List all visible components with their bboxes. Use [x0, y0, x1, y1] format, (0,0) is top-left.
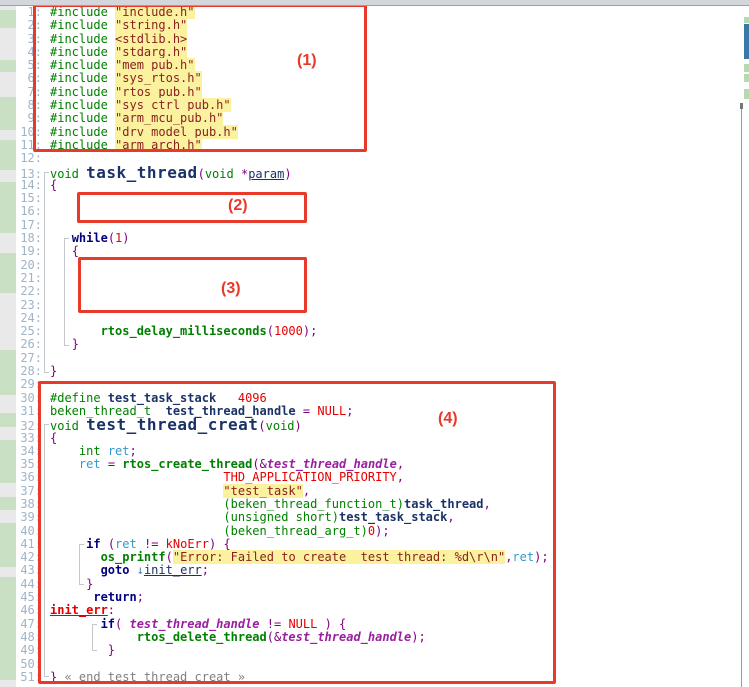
line-number: 35:	[0, 458, 42, 471]
code-line-25[interactable]: 25: rtos_delay_milliseconds(1000);	[0, 325, 749, 338]
line-number: 12:	[0, 152, 42, 165]
line-number: 30:	[0, 392, 42, 405]
annotation-label: (1)	[297, 52, 317, 70]
ruler-track-line	[741, 103, 742, 687]
line-number: 17:	[0, 219, 42, 232]
code-text: {	[50, 178, 57, 192]
ruler-change-mark	[744, 89, 749, 99]
annotation-label: (2)	[228, 197, 248, 215]
line-number: 31:	[0, 405, 42, 418]
line-number: 38:	[0, 498, 42, 511]
annotation-box-3	[78, 257, 307, 313]
line-number: 24:	[0, 312, 42, 325]
line-number: 25:	[0, 325, 42, 338]
line-number: 33:	[0, 432, 42, 445]
line-number: 41:	[0, 538, 42, 551]
annotation-label: (3)	[221, 280, 241, 298]
code-editor-window: 1:#include "include.h"2:#include "string…	[0, 0, 749, 687]
code-text: {	[50, 244, 79, 258]
line-number: 44:	[0, 578, 42, 591]
window-top-edge-bar	[0, 0, 749, 6]
annotation-box-4	[38, 381, 556, 684]
ruler-change-mark	[744, 17, 749, 23]
line-number: 20:	[0, 259, 42, 272]
code-text: rtos_delay_milliseconds(1000);	[50, 324, 317, 338]
line-number: 39:	[0, 511, 42, 524]
line-number: 40:	[0, 525, 42, 538]
line-number: 48:	[0, 631, 42, 644]
line-number: 27:	[0, 352, 42, 365]
line-number: 15:	[0, 192, 42, 205]
line-number: 43:	[0, 564, 42, 577]
line-number: 46:	[0, 604, 42, 617]
code-line-27[interactable]: 27:	[0, 352, 749, 365]
code-text: }	[50, 337, 79, 351]
line-number: 42:	[0, 551, 42, 564]
line-number: 47:	[0, 618, 42, 631]
line-number: 22:	[0, 285, 42, 298]
ruler-change-mark	[744, 64, 749, 72]
code-line-26[interactable]: 26: }	[0, 338, 749, 351]
line-number: 45:	[0, 591, 42, 604]
line-number: 50:	[0, 658, 42, 671]
line-number: 29:	[0, 378, 42, 391]
line-number: 37:	[0, 485, 42, 498]
line-number: 34:	[0, 445, 42, 458]
line-number: 18:	[0, 232, 42, 245]
code-line-24[interactable]: 24:	[0, 312, 749, 325]
line-number: 26:	[0, 338, 42, 351]
line-number: 16:	[0, 205, 42, 218]
code-text: }	[50, 364, 57, 378]
code-line-13[interactable]: 13:void task_thread(void *param)	[0, 166, 749, 179]
annotation-label: (4)	[438, 410, 458, 428]
line-number: 19:	[0, 245, 42, 258]
scrollbar-thumb[interactable]	[744, 24, 749, 59]
annotation-box-2	[77, 192, 307, 223]
line-number: 23:	[0, 299, 42, 312]
code-text: void task_thread(void *param)	[50, 167, 292, 181]
annotation-box-1	[33, 4, 367, 152]
code-line-18[interactable]: 18: while(1)	[0, 232, 749, 245]
line-number: 51:	[0, 671, 42, 684]
line-number: 21:	[0, 272, 42, 285]
ruler-track-cap	[740, 103, 743, 109]
ruler-change-mark	[744, 74, 749, 82]
code-text: while(1)	[50, 231, 130, 245]
line-number: 36:	[0, 471, 42, 484]
code-line-28[interactable]: 28:}	[0, 365, 749, 378]
line-number: 14:	[0, 179, 42, 192]
line-number: 49:	[0, 644, 42, 657]
line-number: 28:	[0, 365, 42, 378]
